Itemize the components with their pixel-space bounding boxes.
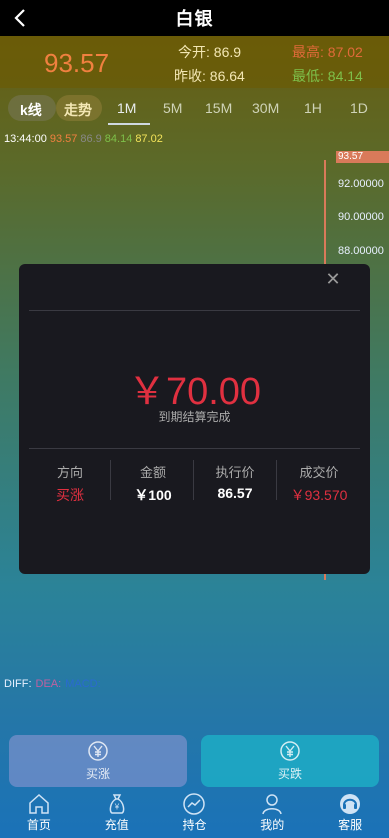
tab-1d[interactable]: 1D <box>350 100 368 116</box>
detail-direction: 方向 买涨 <box>27 462 113 505</box>
price-tag: 93.57 <box>336 151 389 163</box>
nav-home[interactable]: 首页 <box>0 788 78 838</box>
detail-deal-price: 成交价 ￥93.570 <box>276 462 362 505</box>
y-axis-label: 92.00000 <box>338 178 384 190</box>
open-price: 今开: 86.9 <box>178 44 242 60</box>
chevron-left-icon <box>14 9 25 27</box>
y-axis-label: 88.00000 <box>338 245 384 257</box>
tab-1m[interactable]: 1M <box>117 100 136 116</box>
tab-5m[interactable]: 5M <box>163 100 182 116</box>
high-price: 最高: 87.02 <box>292 44 363 60</box>
low-price: 最低: 84.14 <box>292 68 363 84</box>
amount-header: 金额 <box>139 465 166 480</box>
macd-label: MACD: <box>65 678 101 690</box>
yen-coin-icon <box>88 741 108 761</box>
strike-header: 执行价 <box>215 465 255 480</box>
y-axis-label: 90.00000 <box>338 211 384 223</box>
amount-value: ￥100 <box>134 487 172 503</box>
prev-close: 昨收: 86.64 <box>174 68 245 84</box>
detail-amount: 金额 ￥100 <box>110 462 196 505</box>
buy-down-button[interactable]: 买跌 <box>201 735 379 787</box>
user-icon <box>262 794 283 815</box>
tab-30m[interactable]: 30M <box>252 100 279 116</box>
yen-coin-icon <box>280 741 300 761</box>
nav-recharge-label: 充值 <box>104 818 129 832</box>
close-icon: ✕ <box>325 269 341 289</box>
current-price: 93.57 <box>44 48 110 78</box>
settlement-subtitle: 到期结算完成 <box>158 410 231 424</box>
nav-positions[interactable]: 持仓 <box>156 788 234 838</box>
divider <box>29 448 360 449</box>
buy-up-button[interactable]: 买涨 <box>9 735 187 787</box>
dea-label: DEA: <box>35 678 62 690</box>
status-value-4: 87.02 <box>135 133 163 145</box>
tab-trend[interactable]: 走势 <box>64 100 92 120</box>
status-value-3: 84.14 <box>104 133 133 145</box>
svg-text:¥: ¥ <box>113 803 119 812</box>
status-value-2: 86.9 <box>80 133 102 145</box>
deal-price-header: 成交价 <box>299 465 339 480</box>
status-value-1: 93.57 <box>49 133 78 145</box>
support-icon <box>340 794 361 814</box>
tab-1h[interactable]: 1H <box>304 100 322 116</box>
buy-up-label: 买涨 <box>85 767 110 781</box>
bottom-nav: 首页 ¥ 充值 持仓 我的 客服 <box>0 788 389 838</box>
divider <box>29 310 360 311</box>
strike-value: 86.57 <box>217 485 253 501</box>
detail-strike: 执行价 86.57 <box>192 462 278 501</box>
tab-underline <box>108 123 150 125</box>
settlement-amount: ￥70.00 <box>127 371 262 413</box>
money-bag-icon: ¥ <box>109 794 125 814</box>
nav-support-label: 客服 <box>338 818 363 832</box>
home-icon <box>29 793 49 814</box>
nav-positions-label: 持仓 <box>182 818 207 832</box>
tab-15m[interactable]: 15M <box>205 100 232 116</box>
macd-legend: DIFF: DEA: MACD: <box>4 678 101 690</box>
status-line: 13:44:00 93.57 86.9 84.14 87.02 <box>4 133 163 145</box>
nav-recharge[interactable]: ¥ 充值 <box>78 788 156 838</box>
nav-mine-label: 我的 <box>260 818 285 832</box>
nav-support[interactable]: 客服 <box>311 788 389 838</box>
status-time: 13:44:00 <box>4 133 47 145</box>
nav-home-label: 首页 <box>26 818 51 832</box>
direction-value: 买涨 <box>56 487 84 503</box>
deal-price-value: ￥93.570 <box>290 487 348 503</box>
buy-down-label: 买跌 <box>277 767 302 781</box>
nav-mine[interactable]: 我的 <box>233 788 311 838</box>
diff-label: DIFF: <box>4 678 32 690</box>
page-title: 白银 <box>175 9 214 29</box>
top-bar: 白银 <box>0 0 389 36</box>
chart-icon <box>183 793 206 815</box>
direction-header: 方向 <box>56 465 83 480</box>
close-button[interactable]: ✕ <box>323 269 343 289</box>
back-button[interactable] <box>6 4 34 32</box>
tab-kline[interactable]: k线 <box>20 100 42 120</box>
